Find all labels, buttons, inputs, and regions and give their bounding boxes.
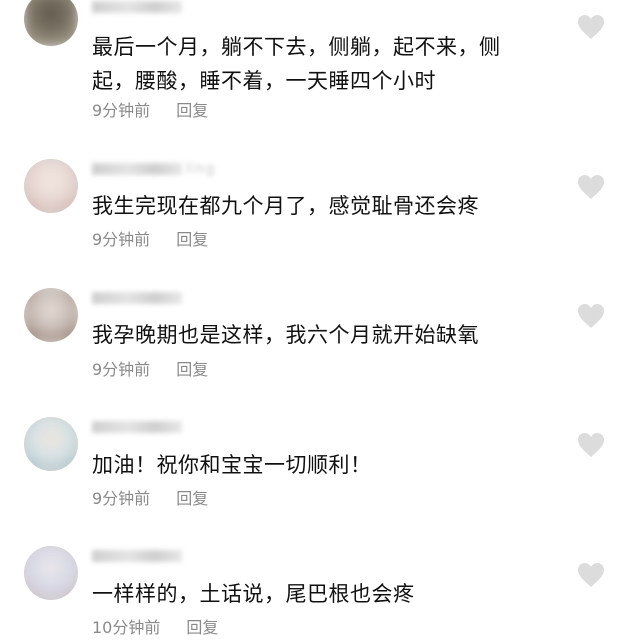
heart-icon[interactable]	[577, 303, 605, 329]
username[interactable]	[92, 0, 186, 14]
heart-icon[interactable]	[577, 174, 605, 200]
username-redacted	[92, 163, 182, 175]
comment-time: 9分钟前	[92, 230, 151, 249]
username[interactable]	[92, 291, 186, 305]
comment-time: 10分钟前	[92, 618, 161, 637]
comment-list: 最后一个月，躺不下去，侧躺，起不来，侧起，腰酸，睡不着，一天睡四个小时 9分钟前回…	[0, 0, 626, 640]
username[interactable]	[92, 420, 186, 434]
username-redacted	[92, 550, 182, 562]
username-redacted	[92, 1, 182, 13]
comment-text: 最后一个月，躺不下去，侧躺，起不来，侧起，腰酸，睡不着，一天睡四个小时	[92, 35, 501, 93]
username[interactable]	[92, 549, 186, 563]
reply-button[interactable]: 回复	[176, 360, 208, 379]
username-redacted	[92, 421, 182, 433]
comment-text: 加油！祝你和宝宝一切顺利！	[92, 453, 372, 477]
avatar[interactable]	[24, 159, 78, 213]
avatar[interactable]	[24, 417, 78, 471]
comment-time: 9分钟前	[92, 489, 151, 508]
username[interactable]: ling	[92, 162, 216, 176]
reply-button[interactable]: 回复	[176, 101, 208, 120]
comment-meta: 9分钟前 回复	[92, 101, 208, 121]
comment-meta: 10分钟前 回复	[92, 618, 218, 638]
avatar[interactable]	[24, 546, 78, 600]
username-redacted	[92, 292, 182, 304]
comment-time: 9分钟前	[92, 101, 151, 120]
avatar[interactable]	[24, 288, 78, 342]
comment-text: 我孕晚期也是这样，我六个月就开始缺氧	[92, 323, 479, 347]
avatar[interactable]	[24, 0, 78, 46]
comment-meta: 9分钟前 回复	[92, 230, 208, 250]
heart-icon[interactable]	[577, 562, 605, 588]
heart-icon[interactable]	[577, 432, 605, 458]
comment-text: 我生完现在都九个月了，感觉耻骨还会疼	[92, 194, 479, 218]
reply-button[interactable]: 回复	[176, 489, 208, 508]
heart-icon[interactable]	[577, 14, 605, 40]
comment-time: 9分钟前	[92, 360, 151, 379]
comment-meta: 9分钟前 回复	[92, 489, 208, 509]
comment-text: 一样样的，土话说，尾巴根也会疼	[92, 582, 415, 606]
reply-button[interactable]: 回复	[176, 230, 208, 249]
comment-meta: 9分钟前 回复	[92, 360, 208, 380]
reply-button[interactable]: 回复	[186, 618, 218, 637]
username-suffix: ling	[186, 161, 216, 177]
